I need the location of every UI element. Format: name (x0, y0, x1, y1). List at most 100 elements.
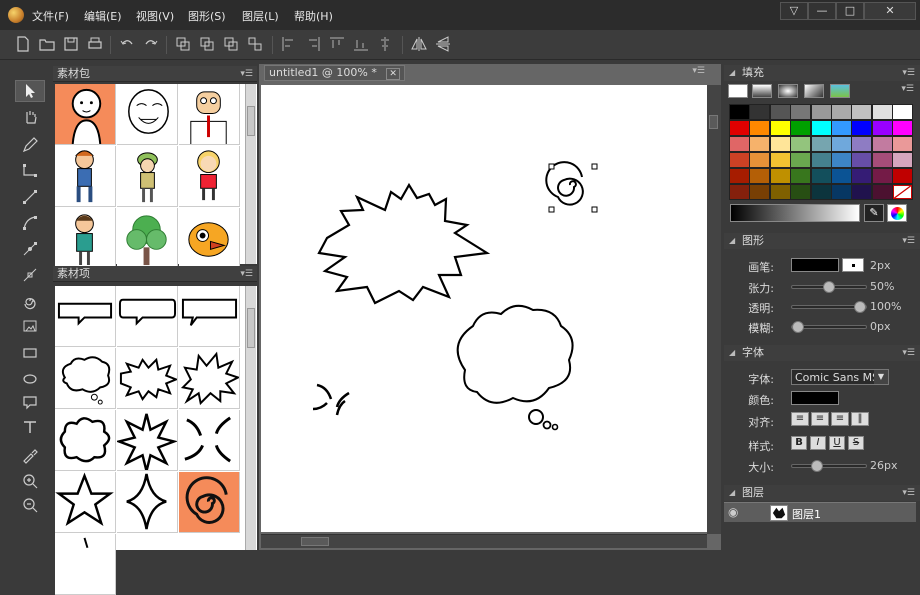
color-swatch[interactable] (750, 185, 770, 199)
color-swatch[interactable] (852, 137, 872, 151)
item-partial-shape[interactable] (55, 534, 116, 595)
polyline-icon[interactable] (15, 160, 45, 182)
bezier-icon[interactable] (15, 212, 45, 234)
pack-tree[interactable] (117, 208, 178, 269)
zoom-in-icon[interactable] (15, 470, 45, 492)
flip-vertical-icon[interactable] (432, 33, 454, 55)
minimize-button[interactable]: — (808, 2, 836, 20)
align-top-icon[interactable] (326, 33, 348, 55)
image-fill-icon[interactable] (830, 84, 850, 98)
brush-color-swatch[interactable] (791, 258, 839, 272)
crop-icon[interactable] (15, 316, 45, 338)
color-swatch[interactable] (730, 121, 749, 135)
send-back-icon[interactable] (244, 33, 266, 55)
item-rect-bubble[interactable] (55, 286, 116, 347)
color-swatch[interactable] (832, 185, 851, 199)
menu-shape[interactable]: 图形(S) (188, 8, 226, 24)
gray-gradient-bar[interactable] (730, 204, 860, 222)
color-swatch[interactable] (852, 121, 872, 135)
align-bottom-icon[interactable] (350, 33, 372, 55)
color-swatch[interactable] (791, 137, 811, 151)
text-align-center-icon[interactable]: ≡ (811, 412, 829, 426)
color-swatch[interactable] (872, 105, 892, 119)
speech-bubble-icon[interactable] (15, 392, 45, 414)
color-swatch[interactable] (893, 169, 913, 183)
undo-icon[interactable] (116, 33, 138, 55)
selection-handle[interactable] (548, 163, 555, 170)
color-swatch[interactable] (750, 153, 770, 167)
menu-layer[interactable]: 图层(L) (242, 8, 279, 24)
panel-menu-icon[interactable]: ▾☰ (240, 266, 253, 282)
pack-boy-teal[interactable] (55, 208, 116, 269)
tension-knob[interactable] (823, 281, 835, 293)
chevron-down-icon[interactable]: ▼ (874, 370, 888, 384)
asset-items-scrollbar[interactable] (245, 286, 256, 550)
color-swatch[interactable] (770, 121, 790, 135)
align-right-icon[interactable] (302, 33, 324, 55)
spiral-shape[interactable] (545, 161, 598, 213)
color-swatch[interactable] (811, 169, 831, 183)
color-swatch[interactable] (750, 137, 770, 151)
color-swatch[interactable] (791, 185, 811, 199)
color-swatch[interactable] (893, 137, 913, 151)
pack-office-man[interactable] (179, 84, 240, 145)
crack-lines-shape[interactable] (312, 383, 350, 416)
asset-packs-scrollbar[interactable] (245, 84, 256, 264)
pack-face-character[interactable] (55, 84, 116, 145)
node-edit-icon[interactable] (15, 238, 45, 260)
menu-file[interactable]: 文件(F) (32, 8, 69, 24)
rectangle-icon[interactable] (15, 342, 45, 364)
opacity-knob[interactable] (854, 301, 866, 313)
text-align-right-icon[interactable]: ≡ (831, 412, 849, 426)
linear-gradient-icon[interactable] (752, 84, 772, 98)
print-icon[interactable] (84, 33, 106, 55)
color-swatch[interactable] (791, 153, 811, 167)
selection-handle[interactable] (591, 163, 598, 170)
eyedropper-icon[interactable]: ✎ (864, 204, 884, 222)
item-burst-small[interactable] (117, 348, 178, 409)
font-color-swatch[interactable] (791, 391, 839, 405)
color-swatch[interactable] (811, 153, 831, 167)
color-swatch[interactable] (893, 121, 913, 135)
font-size-knob[interactable] (810, 460, 823, 472)
item-long-bubble[interactable] (179, 286, 240, 347)
color-swatch[interactable] (811, 121, 831, 135)
color-swatch[interactable] (811, 185, 831, 199)
color-swatch[interactable] (832, 153, 851, 167)
canvas-vertical-scrollbar[interactable] (707, 85, 721, 534)
color-swatch[interactable] (832, 169, 851, 183)
bring-forward-icon[interactable] (196, 33, 218, 55)
thought-bubble-shape[interactable] (456, 304, 574, 431)
color-swatch[interactable] (893, 105, 913, 119)
spiral-icon[interactable] (15, 290, 45, 312)
color-swatch[interactable] (791, 169, 811, 183)
color-wheel-icon[interactable] (887, 204, 907, 222)
blur-slider[interactable] (791, 321, 867, 333)
options-button[interactable]: ▽ (780, 2, 808, 20)
selection-handle[interactable] (548, 206, 555, 213)
bold-button[interactable]: B (791, 436, 807, 450)
color-swatch[interactable] (872, 121, 892, 135)
color-swatch[interactable] (832, 105, 851, 119)
menu-edit[interactable]: 编辑(E) (84, 8, 122, 24)
pencil-icon[interactable] (15, 134, 45, 156)
close-button[interactable]: ✕ (864, 2, 916, 20)
open-folder-icon[interactable] (36, 33, 58, 55)
eyedropper-icon[interactable] (15, 444, 45, 466)
color-swatch[interactable] (832, 137, 851, 151)
underline-button[interactable]: U (829, 436, 845, 450)
color-swatch[interactable] (872, 153, 892, 167)
flip-horizontal-icon[interactable] (408, 33, 430, 55)
color-swatch[interactable] (730, 153, 749, 167)
document-tab[interactable]: untitled1 @ 100% * ✕ (264, 65, 405, 81)
color-swatch[interactable] (852, 153, 872, 167)
pack-bird-character[interactable] (179, 208, 240, 269)
pack-girl-glasses[interactable] (55, 146, 116, 207)
select-arrow-icon[interactable] (15, 80, 45, 102)
tension-slider[interactable] (791, 281, 867, 293)
font-size-slider[interactable] (791, 460, 867, 472)
item-star[interactable] (55, 472, 116, 533)
color-swatch[interactable] (770, 185, 790, 199)
solid-fill-icon[interactable] (728, 84, 748, 98)
color-swatch[interactable] (730, 105, 749, 119)
